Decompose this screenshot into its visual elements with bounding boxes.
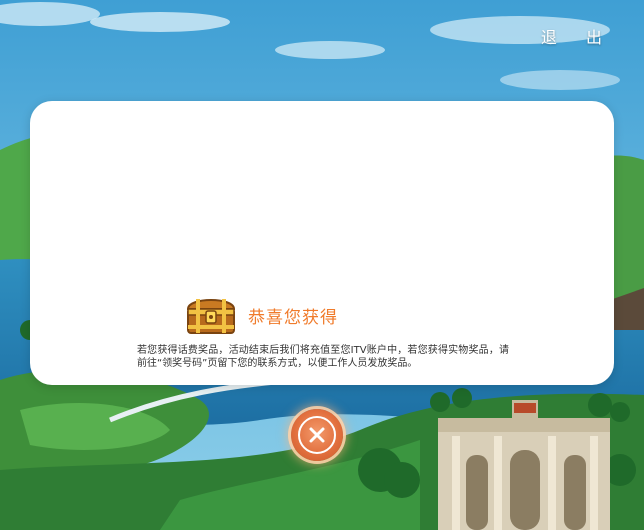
close-ring [298, 416, 336, 454]
exit-button[interactable]: 退 出 [541, 24, 614, 48]
prize-title: 恭喜您获得 [248, 307, 338, 328]
close-icon [309, 427, 325, 443]
close-button[interactable] [291, 409, 343, 461]
prize-header: 恭喜您获得 [184, 287, 338, 343]
prize-dialog: 恭喜您获得 若您获得话费奖品，活动结束后我们将充值至您ITV账户中，若您获得实物… [30, 101, 614, 385]
treasure-chest-icon [186, 299, 236, 334]
prize-description: 若您获得话费奖品，活动结束后我们将充值至您ITV账户中，若您获得实物奖品，请前往… [137, 345, 509, 369]
